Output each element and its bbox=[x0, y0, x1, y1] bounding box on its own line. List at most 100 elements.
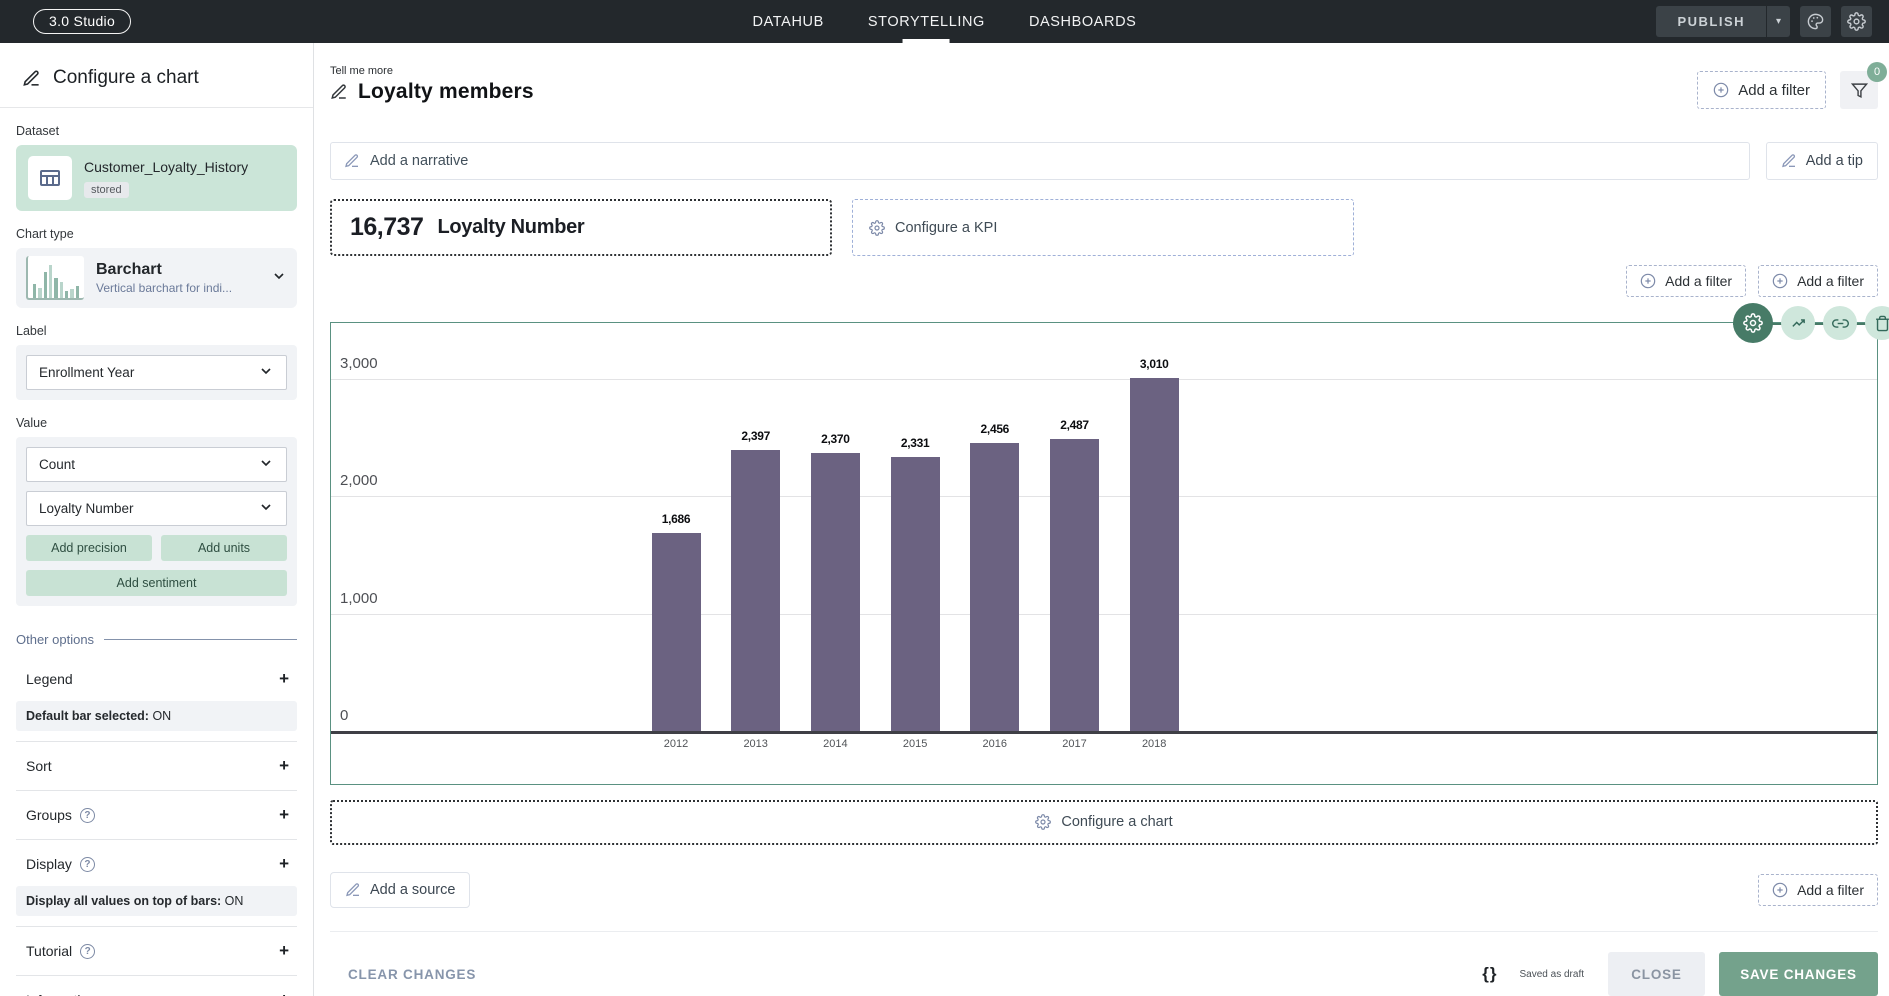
option-sort[interactable]: Sort + bbox=[16, 744, 297, 788]
configure-kpi-button[interactable]: Configure a KPI bbox=[852, 199, 1354, 256]
page-title: Loyalty members bbox=[358, 80, 534, 104]
topbar-actions: PUBLISH ▾ bbox=[1656, 6, 1872, 37]
chart-type-description: Vertical barchart for indi... bbox=[96, 281, 232, 295]
chevron-down-icon bbox=[258, 363, 274, 382]
add-precision-button[interactable]: Add precision bbox=[26, 535, 152, 561]
chart-settings-button[interactable] bbox=[1733, 303, 1773, 343]
add-units-button[interactable]: Add units bbox=[161, 535, 287, 561]
chart-type-section-label: Chart type bbox=[16, 227, 297, 241]
clear-changes-button[interactable]: CLEAR CHANGES bbox=[348, 967, 476, 982]
bar-2015[interactable] bbox=[891, 457, 940, 731]
tab-dashboards[interactable]: DASHBOARDS bbox=[1029, 0, 1137, 43]
plus-icon: + bbox=[279, 669, 289, 689]
nav-tabs: DATAHUB STORYTELLING DASHBOARDS bbox=[753, 0, 1137, 43]
bar-value-label: 1,686 bbox=[636, 512, 716, 526]
help-icon[interactable]: ? bbox=[80, 808, 95, 823]
publish-button[interactable]: PUBLISH bbox=[1656, 14, 1766, 29]
publish-dropdown-caret[interactable]: ▾ bbox=[1766, 6, 1790, 37]
divider bbox=[16, 839, 297, 840]
option-tutorial[interactable]: Tutorial? + bbox=[16, 929, 297, 973]
help-icon[interactable]: ? bbox=[80, 944, 95, 959]
draft-status: Saved as draft bbox=[1520, 969, 1584, 980]
option-display[interactable]: Display? + bbox=[16, 842, 297, 886]
chevron-down-icon bbox=[271, 268, 287, 289]
pencil-icon bbox=[1781, 153, 1797, 169]
barchart-thumbnail-icon bbox=[26, 256, 84, 300]
option-legend[interactable]: Legend + bbox=[16, 657, 297, 701]
add-filter-button-top[interactable]: Add a filter bbox=[1697, 71, 1826, 109]
bar-2016[interactable] bbox=[970, 443, 1019, 731]
edit-title-pencil-icon[interactable] bbox=[330, 83, 348, 101]
gridline bbox=[331, 496, 1877, 497]
option-information[interactable]: Information + bbox=[16, 978, 297, 996]
gridline bbox=[331, 379, 1877, 380]
story-editor-main: Tell me more Loyalty members Add a filte… bbox=[314, 43, 1889, 996]
bar-2012[interactable] bbox=[652, 533, 701, 731]
value-field-select[interactable]: Loyalty Number bbox=[26, 491, 287, 526]
plus-icon: + bbox=[279, 990, 289, 996]
divider bbox=[16, 926, 297, 927]
tab-storytelling[interactable]: STORYTELLING bbox=[868, 0, 985, 43]
bar-2018[interactable] bbox=[1130, 378, 1179, 731]
pencil-icon bbox=[345, 882, 361, 898]
help-icon[interactable]: ? bbox=[80, 857, 95, 872]
dataset-card[interactable]: Customer_Loyalty_History stored bbox=[16, 145, 297, 211]
y-axis-tick-label: 0 bbox=[340, 707, 348, 724]
label-section-label: Label bbox=[16, 324, 297, 338]
kpi-value: 16,737 bbox=[350, 213, 423, 242]
theme-palette-button[interactable] bbox=[1800, 6, 1831, 37]
delete-chart-button[interactable] bbox=[1865, 306, 1889, 340]
aggregation-select[interactable]: Count bbox=[26, 447, 287, 482]
line-chart-icon bbox=[1790, 315, 1807, 332]
x-axis-tick-label: 2018 bbox=[1114, 738, 1194, 750]
bar-2014[interactable] bbox=[811, 453, 860, 731]
link-chart-button[interactable] bbox=[1823, 306, 1857, 340]
funnel-icon bbox=[1851, 82, 1868, 99]
close-button[interactable]: CLOSE bbox=[1608, 952, 1705, 996]
add-filter-button-chart-2[interactable]: Add a filter bbox=[1758, 265, 1878, 297]
configure-chart-sidebar: Configure a chart Dataset Customer_Loyal… bbox=[0, 43, 314, 996]
chart-plot-area: 01,0002,0003,0001,68620122,39720132,3702… bbox=[331, 323, 1877, 784]
plus-icon: + bbox=[279, 805, 289, 825]
chart-type-selector[interactable]: Barchart Vertical barchart for indi... bbox=[16, 248, 297, 308]
add-tip-button[interactable]: Add a tip bbox=[1766, 142, 1878, 180]
dataset-name: Customer_Loyalty_History bbox=[84, 159, 248, 175]
kpi-card[interactable]: 16,737 Loyalty Number bbox=[330, 199, 832, 256]
add-filter-button-bottom[interactable]: Add a filter bbox=[1758, 874, 1878, 906]
add-filter-button-chart-1[interactable]: Add a filter bbox=[1626, 265, 1746, 297]
bar-chart-container: 01,0002,0003,0001,68620122,39720132,3702… bbox=[330, 322, 1878, 785]
bar-2013[interactable] bbox=[731, 450, 780, 731]
chevron-down-icon bbox=[258, 499, 274, 518]
x-axis-tick-label: 2017 bbox=[1035, 738, 1115, 750]
bar-2017[interactable] bbox=[1050, 439, 1099, 731]
x-axis-tick-label: 2012 bbox=[636, 738, 716, 750]
add-source-button[interactable]: Add a source bbox=[330, 872, 470, 908]
option-groups[interactable]: Groups? + bbox=[16, 793, 297, 837]
configure-chart-button[interactable]: Configure a chart bbox=[330, 800, 1878, 845]
gear-icon bbox=[869, 220, 885, 236]
tab-datahub[interactable]: DATAHUB bbox=[753, 0, 824, 43]
code-braces-icon[interactable]: {} bbox=[1482, 964, 1497, 984]
top-navigation-bar: 3.0 Studio DATAHUB STORYTELLING DASHBOAR… bbox=[0, 0, 1889, 43]
plus-circle-icon bbox=[1772, 882, 1788, 898]
change-chart-type-button[interactable] bbox=[1781, 306, 1815, 340]
divider bbox=[16, 741, 297, 742]
plus-icon: + bbox=[279, 756, 289, 776]
bar-value-label: 2,397 bbox=[716, 429, 796, 443]
label-field-select[interactable]: Enrollment Year bbox=[26, 355, 287, 390]
plus-circle-icon bbox=[1640, 273, 1656, 289]
divider bbox=[0, 107, 313, 108]
add-sentiment-button[interactable]: Add sentiment bbox=[26, 570, 287, 596]
add-narrative-input[interactable]: Add a narrative bbox=[330, 142, 1750, 180]
settings-button[interactable] bbox=[1841, 6, 1872, 37]
trash-icon bbox=[1874, 315, 1889, 332]
display-note: Display all values on top of bars: ON bbox=[16, 886, 297, 916]
editor-footer-bar: CLEAR CHANGES {} Saved as draft CLOSE SA… bbox=[330, 931, 1878, 996]
x-axis-tick-label: 2013 bbox=[716, 738, 796, 750]
filters-panel-button[interactable]: 0 bbox=[1840, 71, 1878, 109]
app-logo[interactable]: 3.0 Studio bbox=[33, 9, 131, 34]
plus-circle-icon bbox=[1772, 273, 1788, 289]
x-axis-tick-label: 2015 bbox=[875, 738, 955, 750]
x-axis-line bbox=[331, 731, 1877, 734]
save-changes-button[interactable]: SAVE CHANGES bbox=[1719, 952, 1878, 996]
